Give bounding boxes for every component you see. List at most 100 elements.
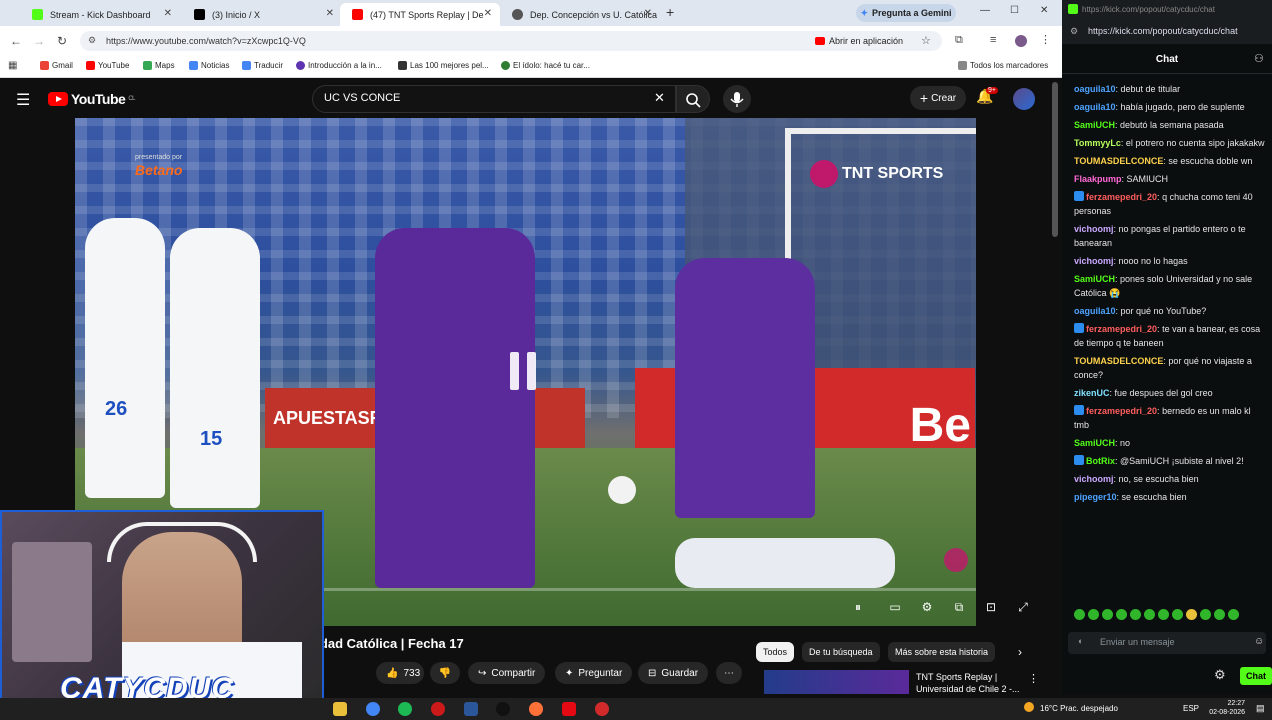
clear-search-icon[interactable]: ✕ bbox=[654, 90, 665, 106]
app-icon[interactable] bbox=[595, 702, 609, 716]
page-scrollbar[interactable] bbox=[1052, 82, 1058, 237]
emote-icon[interactable] bbox=[1172, 609, 1183, 620]
chat-username[interactable]: pipeger10 bbox=[1074, 492, 1117, 502]
chat-username[interactable]: SamiUCH bbox=[1074, 120, 1115, 130]
tab-match-info[interactable]: Dep. Concepción vs U. Católica ✕ bbox=[500, 3, 660, 26]
chat-username[interactable]: TOUMASDELCONCE bbox=[1074, 356, 1163, 366]
emote-icon[interactable] bbox=[1116, 609, 1127, 620]
chat-send-button[interactable]: Chat bbox=[1240, 667, 1272, 685]
forward-icon[interactable]: → bbox=[33, 34, 45, 48]
back-icon[interactable]: ← bbox=[10, 34, 22, 48]
word-icon[interactable] bbox=[464, 702, 478, 716]
chat-username[interactable]: vichoomj bbox=[1074, 256, 1114, 266]
ask-gemini-button[interactable]: ✦ Pregunta a Gemini bbox=[856, 4, 956, 22]
profile-avatar[interactable] bbox=[1015, 35, 1027, 47]
media-icon[interactable]: ≡ bbox=[990, 34, 996, 46]
maximize-icon[interactable]: ☐ bbox=[1010, 5, 1019, 16]
search-input[interactable]: UC VS CONCE bbox=[324, 92, 400, 104]
like-button[interactable]: 👍 733 bbox=[376, 662, 424, 684]
cast-icon[interactable]: ⊡ bbox=[984, 600, 998, 614]
hamburger-menu-icon[interactable]: ☰ bbox=[16, 90, 30, 110]
obs-icon[interactable] bbox=[431, 702, 445, 716]
close-tab-icon[interactable]: ✕ bbox=[326, 8, 334, 19]
address-url[interactable]: https://www.youtube.com/watch?v=zXcwpc1Q… bbox=[106, 36, 306, 46]
bookmark-noticias[interactable]: Noticias bbox=[189, 61, 229, 70]
chat-settings-gear-icon[interactable]: ⚙ bbox=[1214, 667, 1226, 683]
system-clock[interactable]: 22:27 02-08-2026 bbox=[1205, 699, 1245, 717]
bookmark-100-peliculas[interactable]: Las 100 mejores pel... bbox=[398, 61, 489, 70]
tiktok-icon[interactable] bbox=[496, 702, 510, 716]
voice-search-button[interactable] bbox=[723, 85, 751, 113]
chat-username[interactable]: BotRix bbox=[1086, 456, 1115, 466]
chat-username[interactable]: oaguila10 bbox=[1074, 84, 1116, 94]
chat-username[interactable]: ferzamepedri_20 bbox=[1086, 192, 1157, 202]
pause-icon[interactable] bbox=[510, 352, 542, 390]
chat-username[interactable]: zikenUC bbox=[1074, 388, 1110, 398]
chat-users-icon[interactable]: ⚇ bbox=[1254, 52, 1264, 65]
emote-icon[interactable] bbox=[1144, 609, 1155, 620]
bookmark-star-icon[interactable]: ☆ bbox=[921, 34, 931, 47]
bookmark-traducir[interactable]: Traducir bbox=[242, 61, 283, 70]
language-indicator[interactable]: ESP bbox=[1183, 704, 1199, 713]
spotify-icon[interactable] bbox=[398, 702, 412, 716]
emote-icon[interactable] bbox=[1186, 609, 1197, 620]
site-info-icon[interactable]: ⚙ bbox=[1070, 26, 1078, 37]
chip-todos[interactable]: Todos bbox=[756, 642, 795, 662]
bookmark-el-idolo[interactable]: El ídolo: hacé tu car... bbox=[501, 61, 590, 70]
recommended-menu-icon[interactable]: ⋮ bbox=[1028, 672, 1039, 685]
chat-username[interactable]: vichoomj bbox=[1074, 474, 1114, 484]
dislike-button[interactable]: 👎 bbox=[430, 662, 460, 684]
bookmark-introduccion[interactable]: Introducción a la in... bbox=[296, 61, 382, 70]
notification-center-icon[interactable]: ▤ bbox=[1256, 703, 1265, 714]
emote-icon[interactable] bbox=[1214, 609, 1225, 620]
chevron-right-icon[interactable]: › bbox=[1018, 645, 1022, 659]
settings-gear-icon[interactable]: ⚙ bbox=[920, 600, 934, 614]
file-explorer-icon[interactable] bbox=[333, 702, 347, 716]
chat-mode-icon[interactable]: ◐ bbox=[1078, 636, 1083, 646]
bookmark-youtube[interactable]: YouTube bbox=[86, 61, 129, 70]
apps-grid-icon[interactable]: ▦ bbox=[8, 60, 17, 71]
chat-username[interactable]: ferzamepedri_20 bbox=[1086, 324, 1157, 334]
create-button[interactable]: + Crear bbox=[910, 86, 966, 110]
site-info-icon[interactable]: ⚙ bbox=[88, 35, 96, 46]
all-bookmarks[interactable]: Todos los marcadores bbox=[958, 61, 1048, 70]
open-in-app-button[interactable]: Abrir en aplicación bbox=[815, 33, 913, 49]
tab-x-inicio[interactable]: (3) Inicio / X ✕ bbox=[182, 3, 342, 26]
more-actions-button[interactable]: ⋯ bbox=[716, 662, 742, 684]
chat-username[interactable]: Flaakpump bbox=[1074, 174, 1122, 184]
close-tab-icon[interactable]: ✕ bbox=[644, 8, 652, 19]
reload-icon[interactable]: ↻ bbox=[57, 34, 67, 48]
emote-icon[interactable] bbox=[1130, 609, 1141, 620]
recommended-video[interactable]: TNT Sports Replay | Universidad de Chile… bbox=[916, 671, 1026, 695]
emote-icon[interactable] bbox=[1200, 609, 1211, 620]
close-tab-icon[interactable]: ✕ bbox=[484, 8, 492, 19]
ask-button[interactable]: ✦ Preguntar bbox=[555, 662, 633, 684]
chat-username[interactable]: oaguila10 bbox=[1074, 306, 1116, 316]
new-tab-button[interactable]: + bbox=[666, 4, 674, 20]
share-button[interactable]: ↪ Compartir bbox=[468, 662, 546, 684]
weather-status[interactable]: 16°C Prac. despejado bbox=[1040, 704, 1118, 713]
netflix-icon[interactable] bbox=[562, 702, 576, 716]
emote-icon[interactable] bbox=[1088, 609, 1099, 620]
chip-de-tu-busqueda[interactable]: De tu búsqueda bbox=[802, 642, 880, 662]
save-button[interactable]: ⊟ Guardar bbox=[638, 662, 709, 684]
chat-username[interactable]: SamiUCH bbox=[1074, 438, 1115, 448]
tab-kick-dashboard[interactable]: Stream - Kick Dashboard ✕ bbox=[20, 3, 180, 26]
search-button[interactable] bbox=[676, 85, 710, 113]
chat-username[interactable]: TommyyLc bbox=[1074, 138, 1121, 148]
chat-username[interactable]: vichoomj bbox=[1074, 224, 1114, 234]
emote-icon[interactable] bbox=[1158, 609, 1169, 620]
recommended-thumbnail[interactable] bbox=[764, 670, 909, 694]
kick-url[interactable]: https://kick.com/popout/catycduc/chat bbox=[1088, 26, 1238, 36]
menu-kebab-icon[interactable]: ⋮ bbox=[1040, 33, 1051, 46]
bookmark-maps[interactable]: Maps bbox=[143, 61, 175, 70]
chrome-icon[interactable] bbox=[366, 702, 380, 716]
tab-youtube-active[interactable]: (47) TNT Sports Replay | De ✕ bbox=[340, 3, 500, 26]
minimize-icon[interactable]: — bbox=[980, 5, 990, 16]
chip-mas-sobre-historia[interactable]: Más sobre esta historia bbox=[888, 642, 996, 662]
bookmark-gmail[interactable]: Gmail bbox=[40, 61, 73, 70]
miniplayer-toggle-icon[interactable]: ⏸ bbox=[851, 600, 865, 614]
emoji-picker-icon[interactable]: ☺ bbox=[1254, 636, 1264, 647]
fullscreen-icon[interactable]: ⤢ bbox=[1016, 600, 1030, 614]
emote-icon[interactable] bbox=[1102, 609, 1113, 620]
